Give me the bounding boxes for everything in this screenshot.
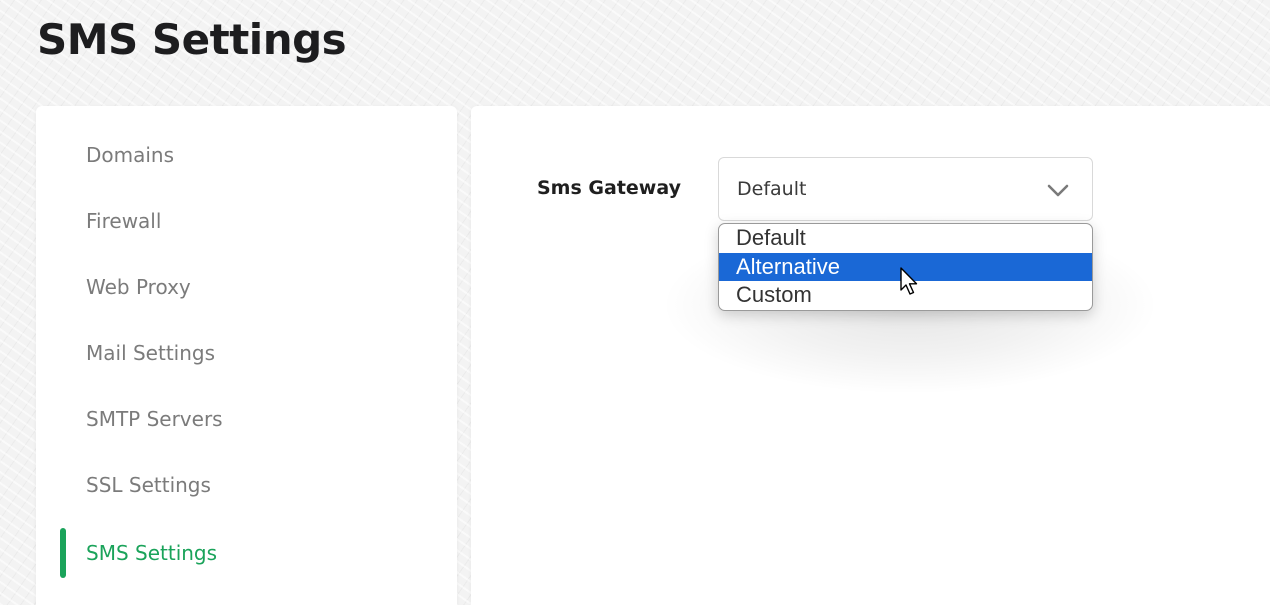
sidebar-item-domains[interactable]: Domains xyxy=(36,135,457,175)
sidebar-item-label: SMS Settings xyxy=(86,541,218,565)
sms-gateway-select[interactable]: Default xyxy=(718,157,1093,221)
dropdown-option-custom[interactable]: Custom xyxy=(719,281,1092,309)
sidebar-item-ssl-settings[interactable]: SSL Settings xyxy=(36,465,457,505)
sidebar-item-web-proxy[interactable]: Web Proxy xyxy=(36,267,457,307)
sidebar: Domains Firewall Web Proxy Mail Settings… xyxy=(36,106,457,605)
sidebar-item-mail-settings[interactable]: Mail Settings xyxy=(36,333,457,373)
sms-gateway-label: Sms Gateway xyxy=(537,177,681,199)
chevron-down-icon xyxy=(1047,184,1069,197)
sidebar-item-smtp-servers[interactable]: SMTP Servers xyxy=(36,399,457,439)
sms-gateway-dropdown-list: Default Alternative Custom xyxy=(718,223,1093,311)
sidebar-item-label: Domains xyxy=(86,143,175,167)
active-indicator xyxy=(60,528,66,578)
sidebar-item-sms-settings[interactable]: SMS Settings xyxy=(36,528,457,578)
sidebar-item-label: Mail Settings xyxy=(86,341,216,365)
dropdown-option-label: Default xyxy=(736,225,806,250)
sidebar-item-label: SMTP Servers xyxy=(86,407,223,431)
sidebar-item-firewall[interactable]: Firewall xyxy=(36,201,457,241)
page-title: SMS Settings xyxy=(37,15,347,64)
dropdown-option-label: Custom xyxy=(736,282,812,307)
dropdown-option-label: Alternative xyxy=(736,254,840,279)
sidebar-item-label: Web Proxy xyxy=(86,275,191,299)
dropdown-option-default[interactable]: Default xyxy=(719,224,1092,252)
dropdown-option-alternative[interactable]: Alternative xyxy=(719,253,1092,281)
sms-gateway-selected-value: Default xyxy=(737,178,807,200)
sidebar-item-label: SSL Settings xyxy=(86,473,211,497)
sidebar-item-label: Firewall xyxy=(86,209,162,233)
